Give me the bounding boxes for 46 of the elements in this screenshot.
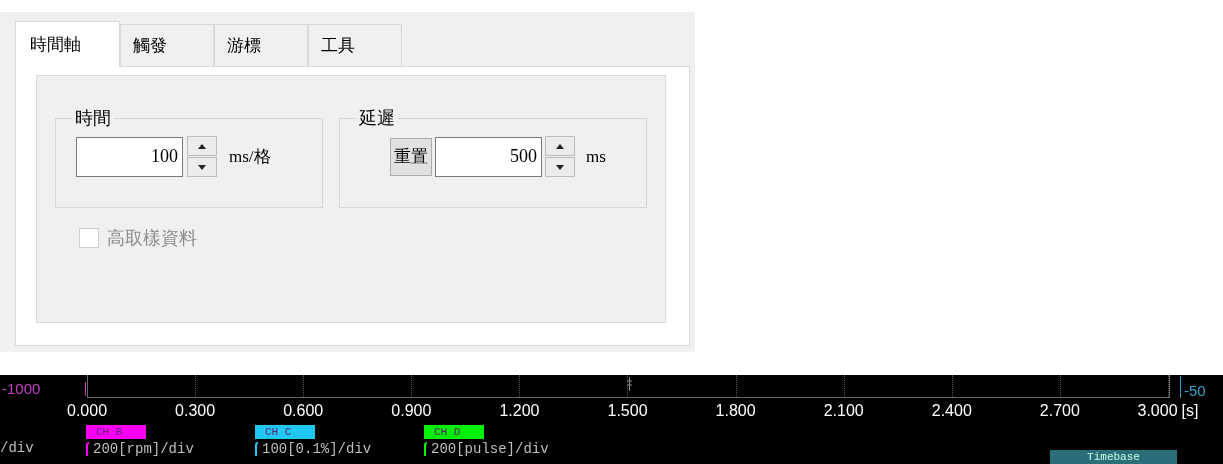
tick-label: 0.000 (67, 401, 108, 421)
spin-up-button[interactable] (545, 136, 575, 156)
reset-button[interactable]: 重置 (390, 137, 432, 176)
tick-label: 2.100 (823, 401, 864, 421)
channel-scale: /div (0, 440, 35, 456)
channel-scale: 200[rpm]/div (93, 441, 194, 457)
tab[interactable]: 游標 (214, 24, 308, 66)
up-triangle-icon (556, 143, 564, 149)
delay-input[interactable]: 500 (435, 136, 542, 177)
channel-scale: 200[pulse]/div (431, 441, 549, 457)
channel-tag: CH C (255, 425, 315, 439)
channel-scale: 100[0.1%]/div (262, 441, 372, 457)
channel-tag: CH D (424, 425, 484, 439)
spin-down-button[interactable] (187, 157, 217, 177)
timebase-button[interactable]: Timebase (1050, 450, 1177, 464)
tick-label: 2.400 (931, 401, 972, 421)
scale-label: -1000 (0, 382, 86, 396)
tab[interactable]: 時間軸 (15, 21, 120, 67)
trigger-marker-icon (627, 377, 632, 391)
tick-label: 0.300 (175, 401, 216, 421)
tick-label: 1.200 (499, 401, 540, 421)
tick-label: 1.800 (715, 401, 756, 421)
tick-label: 2.700 (1039, 401, 1080, 421)
unit-label: ms (586, 146, 606, 167)
down-triangle-icon (198, 164, 206, 170)
channel-bracket (86, 442, 89, 456)
unit-label: ms/格 (229, 146, 271, 168)
tick-label: 3.000 (1137, 401, 1178, 421)
time-input[interactable]: 100 (76, 136, 183, 177)
channel-bracket (424, 442, 427, 456)
spin-down-button[interactable] (545, 157, 575, 177)
channel-tag: CH B (86, 425, 146, 439)
tick-label: 1.500 (607, 401, 648, 421)
group-title: 時間 (74, 106, 112, 130)
axis-unit: [s] (1181, 401, 1199, 421)
down-triangle-icon (556, 164, 564, 170)
up-triangle-icon (198, 143, 206, 149)
checkbox-label: 高取樣資料 (107, 226, 197, 250)
tab[interactable]: 觸發 (120, 24, 214, 66)
group-title: 延遲 (358, 106, 396, 130)
tick-label: 0.600 (283, 401, 324, 421)
tab[interactable]: 工具 (308, 24, 402, 66)
tick-label: 0.900 (391, 401, 432, 421)
spin-up-button[interactable] (187, 136, 217, 156)
channel-bracket (255, 442, 258, 456)
scale-label: -50 (1179, 376, 1206, 398)
